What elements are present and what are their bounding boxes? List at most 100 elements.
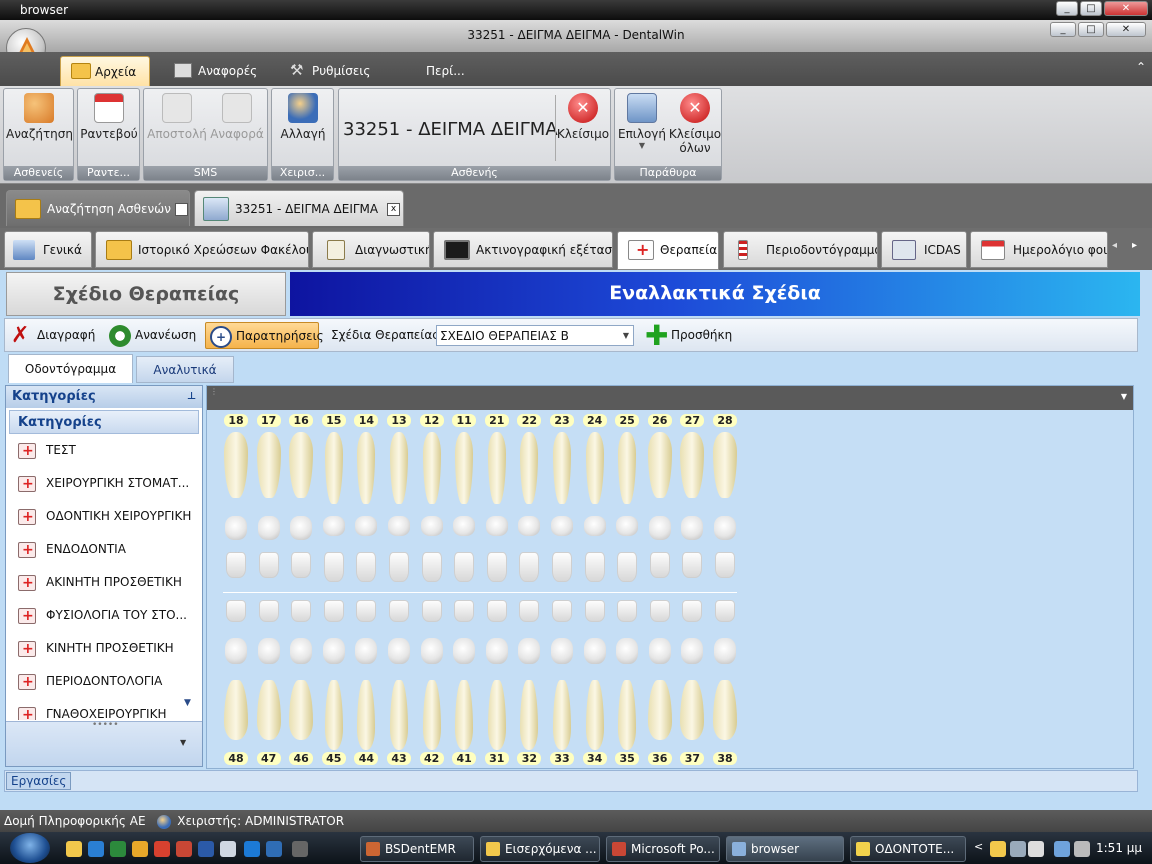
tooth-33-crown[interactable]	[552, 600, 572, 622]
tooth-22-occlusal[interactable]	[518, 516, 541, 536]
tooth-11-root[interactable]	[455, 432, 474, 504]
tooth-24-crown[interactable]	[584, 552, 605, 582]
outer-close-button[interactable]: ✕	[1104, 1, 1148, 16]
tooth-48-occlusal[interactable]	[225, 638, 247, 664]
tooth-42-root[interactable]	[422, 680, 441, 750]
tooth-32-root[interactable]	[520, 680, 539, 750]
tooth-31-occlusal[interactable]	[485, 638, 508, 664]
tooth-16-occlusal[interactable]	[290, 516, 313, 540]
quicklaunch-more-icon[interactable]	[292, 841, 308, 857]
tooth-25-crown[interactable]	[617, 552, 638, 582]
category-item[interactable]: ΚΙΝΗΤΗ ΠΡΟΣΘΕΤΙΚΗ	[6, 632, 202, 665]
tooth-41-root[interactable]	[455, 680, 474, 750]
tooth-12-crown[interactable]	[421, 552, 442, 582]
tooth-27-occlusal[interactable]	[681, 516, 704, 540]
categories-group-header[interactable]: Κατηγορίες	[9, 410, 199, 434]
sms-report-button[interactable]: Αναφορά	[206, 93, 268, 141]
tooth-46-occlusal[interactable]	[290, 638, 313, 664]
tooth-11-crown[interactable]	[454, 552, 475, 582]
app-icon[interactable]	[154, 841, 170, 857]
tooth-26-root[interactable]	[647, 432, 672, 498]
tooth-32-crown[interactable]	[519, 600, 540, 622]
tooth-28-root[interactable]	[713, 432, 737, 498]
tooth-14-occlusal[interactable]	[355, 516, 378, 536]
tooth-24-root[interactable]	[585, 432, 604, 504]
tooth-28-occlusal[interactable]	[714, 516, 736, 540]
tab-scroll-left-icon[interactable]: ◂	[1112, 240, 1117, 251]
tooth-38-root[interactable]	[713, 680, 737, 740]
category-item[interactable]: ΧΕΙΡΟΥΡΓΙΚΗ ΣΤΟΜΑΤ...	[6, 467, 202, 500]
tooth-35-root[interactable]	[618, 680, 637, 750]
tooth-45-root[interactable]	[324, 680, 343, 750]
tab-periodontogram[interactable]: Περιοδοντόγραμμα	[723, 231, 878, 268]
tooth-25-occlusal[interactable]	[616, 516, 639, 536]
network-icon[interactable]	[1054, 841, 1070, 857]
close-patient-button[interactable]: ✕ Κλείσιμο	[556, 93, 610, 141]
tooth-17-root[interactable]	[256, 432, 281, 498]
outer-minimize-button[interactable]: _	[1056, 1, 1078, 16]
tab-analytic[interactable]: Αναλυτικά	[136, 356, 234, 383]
taskbar-task[interactable]: Εισερχόμενα ...	[480, 836, 600, 862]
volume-icon[interactable]	[1074, 841, 1090, 857]
tooth-32-occlusal[interactable]	[518, 638, 541, 664]
tooth-48-root[interactable]	[224, 680, 248, 740]
tooth-43-occlusal[interactable]	[388, 638, 410, 664]
category-item[interactable]: ΑΚΙΝΗΤΗ ΠΡΟΣΘΕΤΙΚΗ	[6, 566, 202, 599]
ribbon-tab-reports[interactable]: Αναφορές	[170, 56, 270, 86]
tooth-43-crown[interactable]	[389, 600, 409, 622]
tooth-17-crown[interactable]	[258, 552, 279, 578]
tooth-44-occlusal[interactable]	[355, 638, 378, 664]
ribbon-tab-files[interactable]: Αρχεία	[60, 56, 150, 86]
tooth-11-occlusal[interactable]	[453, 516, 476, 536]
tooth-14-crown[interactable]	[356, 552, 377, 582]
category-item[interactable]: ΤΕΣΤ	[6, 434, 202, 467]
refresh-button[interactable]: Ανανέωση	[105, 322, 197, 349]
tooth-42-crown[interactable]	[421, 600, 442, 622]
tooth-12-occlusal[interactable]	[420, 516, 443, 536]
tooth-27-root[interactable]	[680, 432, 705, 498]
tooth-45-occlusal[interactable]	[322, 638, 345, 664]
word-icon[interactable]	[198, 841, 214, 857]
start-button[interactable]	[10, 833, 50, 863]
treatment-plan-select[interactable]: ΣΧΕΔΙΟ ΘΕΡΑΠΕΙΑΣ Β ▼	[436, 325, 634, 346]
appointments-button[interactable]: Ραντεβού	[79, 93, 139, 141]
search-patients-button[interactable]: Αναζήτηση	[6, 93, 73, 141]
media-icon[interactable]	[244, 841, 260, 857]
mail-icon[interactable]	[66, 841, 82, 857]
tooth-14-root[interactable]	[357, 432, 376, 504]
app-minimize-button[interactable]: _	[1050, 22, 1076, 37]
tray-expand-icon[interactable]: <	[974, 840, 983, 853]
tooth-31-crown[interactable]	[486, 600, 507, 622]
tooth-37-occlusal[interactable]	[681, 638, 704, 664]
tooth-16-crown[interactable]	[291, 552, 312, 578]
tooth-13-occlusal[interactable]	[388, 516, 410, 536]
tooth-28-crown[interactable]	[715, 552, 735, 578]
delete-button[interactable]: ✗ Διαγραφή	[7, 322, 99, 349]
grip-icon[interactable]: •••••	[92, 720, 119, 730]
tooth-15-root[interactable]	[324, 432, 343, 504]
tooth-37-root[interactable]	[680, 680, 705, 740]
tooth-23-root[interactable]	[553, 432, 571, 504]
tooth-38-occlusal[interactable]	[714, 638, 736, 664]
category-item[interactable]: ΕΝΔΟΔΟΝΤΙΑ	[6, 533, 202, 566]
tooth-48-crown[interactable]	[226, 600, 246, 622]
tooth-25-root[interactable]	[618, 432, 637, 504]
category-item[interactable]: ΟΔΟΝΤΙΚΗ ΧΕΙΡΟΥΡΓΙΚΗ	[6, 500, 202, 533]
tooth-44-crown[interactable]	[356, 600, 377, 622]
tooth-26-occlusal[interactable]	[648, 516, 671, 540]
tooth-27-crown[interactable]	[682, 552, 703, 578]
tab-icdas[interactable]: ICDAS	[881, 231, 967, 268]
pin-icon[interactable]: ⊥	[187, 386, 196, 408]
tab-xray[interactable]: Ακτινογραφική εξέταση	[433, 231, 613, 268]
category-item[interactable]: ΦΥΣΙΟΛΟΓΙΑ ΤΟΥ ΣΤΟ...	[6, 599, 202, 632]
doc-tab-patient-search[interactable]: Αναζήτηση Ασθενών x	[6, 190, 190, 226]
tooth-34-occlusal[interactable]	[583, 638, 606, 664]
tooth-47-occlusal[interactable]	[257, 638, 280, 664]
ribbon-tab-settings[interactable]: ⚒ Ρυθμίσεις	[286, 56, 386, 86]
tooth-21-occlusal[interactable]	[485, 516, 508, 536]
sms-send-button[interactable]: Αποστολή	[146, 93, 208, 141]
chrome-icon[interactable]	[132, 841, 148, 857]
tooth-15-crown[interactable]	[323, 552, 344, 582]
tooth-41-occlusal[interactable]	[453, 638, 476, 664]
tooth-22-crown[interactable]	[519, 552, 540, 582]
